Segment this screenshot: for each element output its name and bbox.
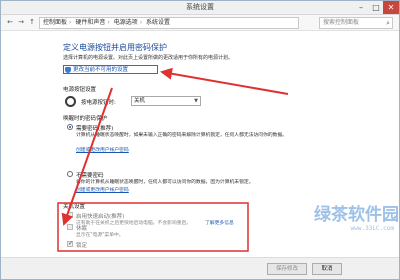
footer-bar: 保存修改 取消 xyxy=(1,257,399,279)
breadcrumb-item[interactable]: 电源选项 xyxy=(114,19,138,26)
create-password-link-2[interactable]: 创建或更改用户帐户密码 xyxy=(76,186,129,193)
site-watermark: 绿茶软件园 www.33LC.com xyxy=(314,200,399,232)
change-unavailable-settings-link[interactable]: 更改当前不可用的设置 xyxy=(63,65,158,74)
hibernate-desc: 显示在"电源"菜单中。 xyxy=(76,233,124,238)
search-icon[interactable]: ⌕ xyxy=(386,18,390,28)
fast-startup-checkbox[interactable] xyxy=(67,212,73,218)
cancel-button[interactable]: 取消 xyxy=(312,263,342,275)
breadcrumb-item[interactable]: 硬件和声音 xyxy=(75,19,105,26)
save-changes-button[interactable]: 保存修改 xyxy=(267,263,307,275)
shield-icon xyxy=(65,67,71,73)
hibernate-checkbox[interactable] xyxy=(67,224,73,230)
lock-checkbox[interactable] xyxy=(67,240,73,247)
window-title: 系统设置 xyxy=(186,3,214,11)
address-bar: ← → ↑ 控制面板 › 硬件和声音 › 电源选项 › 系统设置 搜索控制面板 ⌕ xyxy=(1,15,399,31)
power-button-action-value: 关机 xyxy=(134,98,146,104)
power-icon xyxy=(65,96,76,107)
title-bar: 系统设置 – □ ✕ xyxy=(1,1,399,15)
require-password-radio[interactable] xyxy=(67,124,73,130)
up-arrow-icon[interactable]: ↑ xyxy=(27,17,37,28)
page-description: 选择计算机的电源设置。对此页上设置所做的更改适用于你所有的电源计划。 xyxy=(63,55,234,61)
shutdown-section-title: 关机设置 xyxy=(63,204,86,210)
learn-more-link[interactable]: 了解更多信息 xyxy=(205,219,234,226)
power-button-section-title: 电源按钮设置 xyxy=(63,87,97,93)
power-button-action-select[interactable]: 关机 ▼ xyxy=(131,96,201,106)
minimize-icon[interactable]: – xyxy=(353,1,369,14)
watermark-logo-text: 绿茶软件园 xyxy=(314,205,399,225)
chevron-down-icon: ▼ xyxy=(194,98,198,104)
watermark-url: www.33LC.com xyxy=(350,225,394,232)
no-password-label[interactable]: 不需要密码 xyxy=(76,171,104,179)
change-link-label: 更改当前不可用的设置 xyxy=(73,67,129,73)
lock-label[interactable]: 锁定 xyxy=(76,241,87,249)
search-placeholder: 搜索控制面板 xyxy=(323,19,360,26)
forward-arrow-icon[interactable]: → xyxy=(16,17,26,28)
page-title: 定义电源按钮并启用密码保护 xyxy=(63,43,167,52)
back-arrow-icon[interactable]: ← xyxy=(5,17,15,28)
breadcrumb-item[interactable]: 控制面板 xyxy=(43,19,67,26)
breadcrumb[interactable]: 控制面板 › 硬件和声音 › 电源选项 › 系统设置 xyxy=(39,17,299,29)
require-password-desc: 计算机从睡眠状态唤醒时，如果未输入正确的密码来解除计算机锁定，任何人都无法访问你… xyxy=(76,133,288,138)
create-password-link[interactable]: 创建或更改用户帐户密码 xyxy=(76,146,129,153)
fast-startup-desc: 这有助于在关机之后更快地启动电脑。不会影响重启。 xyxy=(76,221,192,226)
breadcrumb-item[interactable]: 系统设置 xyxy=(146,19,170,26)
search-input[interactable]: 搜索控制面板 ⌕ xyxy=(319,17,393,29)
system-settings-window: 系统设置 – □ ✕ ← → ↑ 控制面板 › 硬件和声音 › 电源选项 › 系统设置… xyxy=(0,0,400,280)
power-button-label: 按电源按钮时: xyxy=(81,100,116,106)
no-password-radio[interactable] xyxy=(67,171,73,177)
wake-password-section-title: 唤醒时的密码保护 xyxy=(63,116,108,122)
close-icon[interactable]: ✕ xyxy=(383,1,399,14)
require-password-label[interactable]: 需要密码(推荐) xyxy=(76,124,113,132)
no-password-desc: 将你的计算机从睡眠状态唤醒时，任何人都可以访问你的数据，因为计算机未锁定。 xyxy=(76,180,254,185)
maximize-icon[interactable]: □ xyxy=(368,1,384,14)
